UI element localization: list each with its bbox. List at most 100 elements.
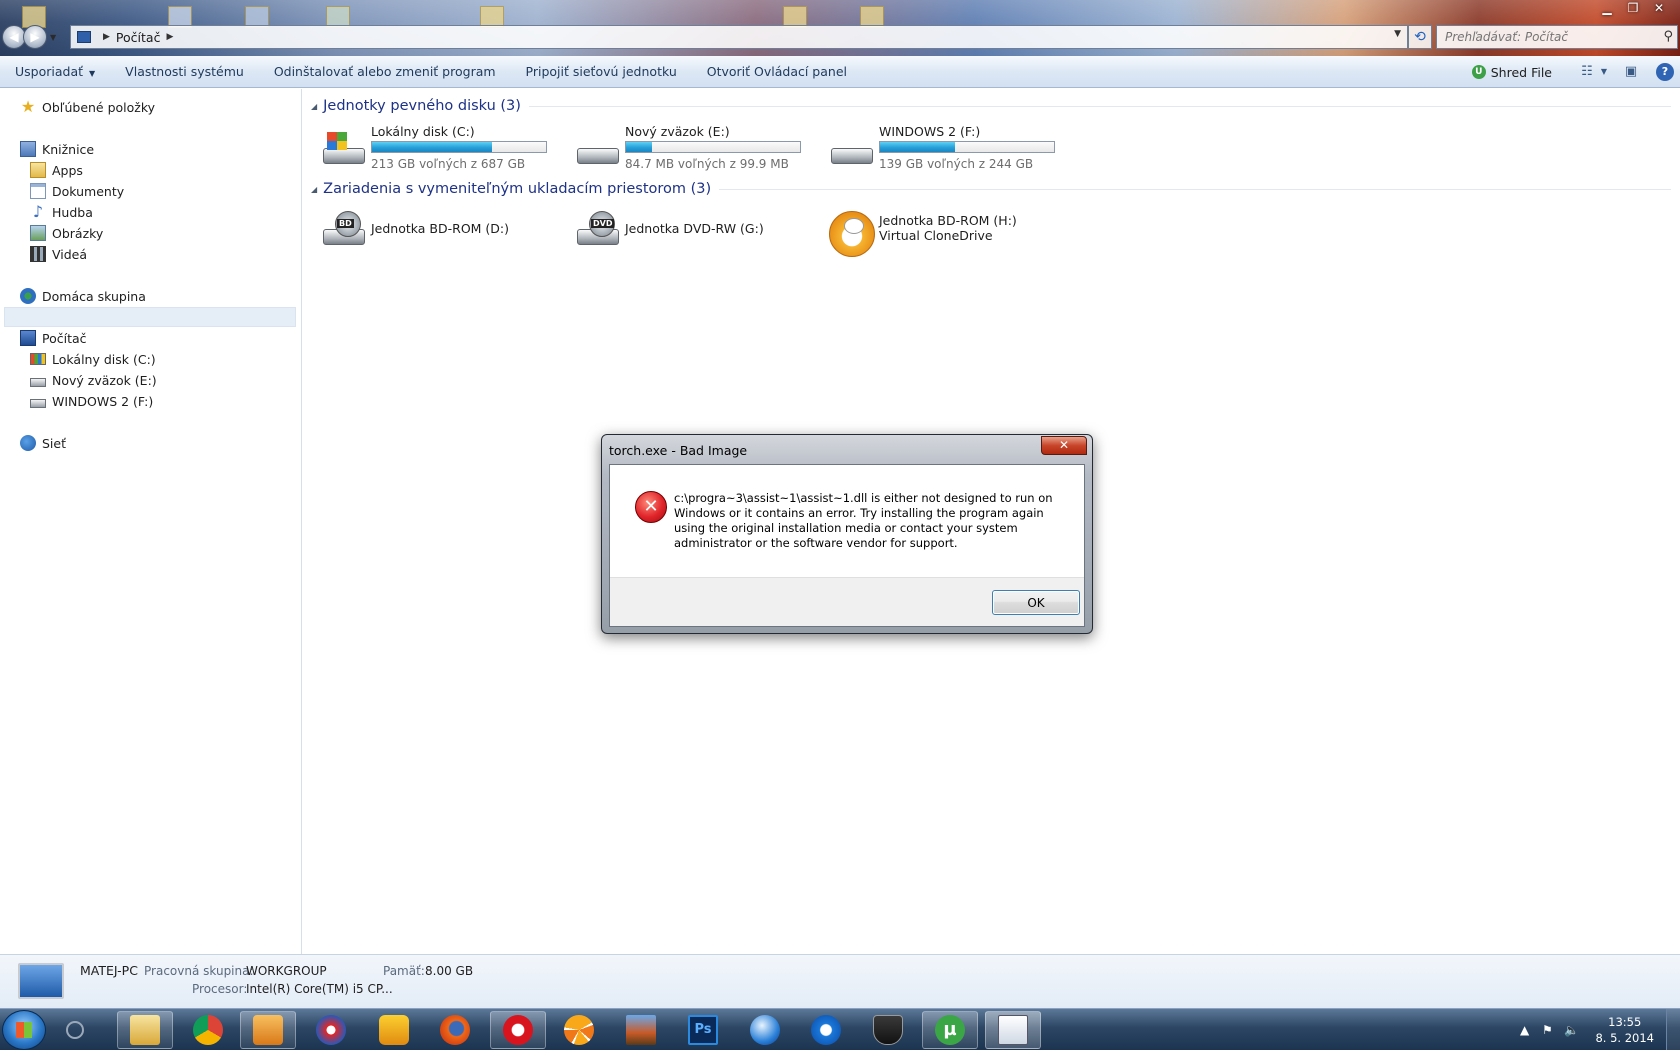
drive-tile-f[interactable]: WINDOWS 2 (F:) 139 GB voľných z 244 GB [829,124,1069,174]
chevron-right-icon[interactable]: ▶ [166,32,173,42]
opera-icon[interactable] [490,1011,546,1049]
dialog-body: ✕ c:\progra~3\assist~1\assist~1.dll is e… [609,464,1085,627]
error-dialog: torch.exe - Bad Image ✕ ✕ c:\progra~3\as… [601,434,1093,634]
organize-label: Usporiadať [15,63,84,79]
map-network-drive-button[interactable]: Pripojiť sieťovú jednotku [511,56,692,88]
maximize-button[interactable]: ❐ [1620,0,1646,18]
group-header-hard-drives[interactable]: ◢ Jednotky pevného disku (3) [311,98,1671,114]
change-view-button[interactable]: ☷ [1576,63,1598,81]
sidebar-item-homegroup[interactable]: Domáca skupina [20,286,146,306]
drive-tile-h[interactable]: Jednotka BD-ROM (H:) Virtual CloneDrive [829,205,1069,257]
collapse-icon[interactable]: ◢ [311,102,317,111]
sidebar-item-drive-c[interactable]: Lokálny disk (C:) [30,349,156,369]
app-icon-blue[interactable] [737,1011,793,1049]
help-button[interactable]: ? [1656,63,1674,81]
show-desktop-button[interactable] [1666,1009,1680,1050]
details-pane: MATEJ-PC Pracovná skupina: WORKGROUP Pam… [0,954,1680,1008]
chevron-down-icon: ▼ [89,68,96,78]
drive-usage-fill [372,142,493,152]
address-dropdown-icon[interactable]: ▼ [1394,29,1401,39]
group-header-removable[interactable]: ◢ Zariadenia s vymeniteľným ukladacím pr… [311,181,1671,197]
command-bar-right: U Shred File ☷ ▼ ▣ ? [1471,56,1674,88]
sidebar-item-network[interactable]: Sieť [20,433,66,453]
photoshop-icon[interactable]: Ps [675,1011,731,1049]
shield-app-icon[interactable] [860,1011,916,1049]
game-icon[interactable] [613,1011,669,1049]
drive-tile-c[interactable]: Lokálny disk (C:) 213 GB voľných z 687 G… [321,124,561,174]
preview-pane-button[interactable]: ▣ [1620,63,1642,81]
shred-file-button[interactable]: U Shred File [1471,64,1552,80]
uninstall-program-button[interactable]: Odinštalovať alebo zmeniť program [259,56,511,88]
sidebar-item-apps[interactable]: Apps [30,160,83,180]
address-bar[interactable]: ▶ Počítač ▶ ▼ [70,25,1408,49]
computer-monitor-icon [18,963,64,999]
drive-usage-bar [371,141,547,153]
system-properties-button[interactable]: Vlastnosti systému [110,56,259,88]
clock-date: 8. 5. 2014 [1595,1031,1654,1045]
sidebar-item-favorites[interactable]: ★ Obľúbené položky [20,97,155,117]
sidebar-item-label: Apps [52,162,83,178]
utorrent-icon[interactable]: µ [922,1011,978,1049]
shred-file-label: Shred File [1490,64,1552,80]
start-button[interactable] [2,1010,46,1050]
chevron-right-icon[interactable]: ▶ [103,32,110,42]
workgroup-value: WORKGROUP [246,964,327,978]
search-icon[interactable]: ⚲ [1663,29,1673,44]
window-controls: ▁ ❐ ✕ [1594,0,1672,18]
sidebar-item-libraries[interactable]: Knižnice [20,139,94,159]
explorer-window-icon[interactable] [985,1011,1041,1049]
forward-button[interactable]: ▶ [23,25,47,49]
app-icon-yellow[interactable] [366,1011,422,1049]
sidebar-item-computer[interactable]: Počítač [20,328,87,348]
selection-highlight [4,307,296,327]
drive-name: Nový zväzok (E:) [625,124,730,139]
drive-name: Jednotka DVD-RW (G:) [625,221,764,236]
homegroup-icon [20,288,36,304]
volume-icon[interactable]: 🔈 [1564,1023,1579,1037]
breadcrumb-computer[interactable]: Počítač [116,30,161,45]
divider [528,105,1671,107]
drive-tile-g[interactable]: DVD Jednotka DVD-RW (G:) [575,205,815,255]
firefox-icon[interactable] [427,1011,483,1049]
sidebar-item-drive-f[interactable]: WINDOWS 2 (F:) [30,391,153,411]
system-drive-icon [321,130,367,170]
hard-drive-icon [575,130,621,170]
drive-free-space: 213 GB voľných z 687 GB [371,157,526,171]
drive-tile-d[interactable]: BD Jednotka BD-ROM (D:) [321,205,561,255]
refresh-button[interactable]: ⟲ [1408,25,1432,49]
sidebar-item-music[interactable]: ♪ Hudba [30,202,93,222]
view-options-dropdown[interactable]: ▼ [1598,63,1610,81]
sidebar-item-documents[interactable]: Dokumenty [30,181,124,201]
sidebar-item-drive-e[interactable]: Nový zväzok (E:) [30,370,157,390]
show-hidden-icons-button[interactable]: ▲ [1520,1023,1529,1037]
documents-icon [30,183,46,199]
drive-usage-fill [880,142,955,152]
clock[interactable]: 13:55 8. 5. 2014 [1595,1014,1654,1046]
media-player-icon[interactable] [240,1011,296,1049]
recent-pages-dropdown[interactable]: ▼ [50,33,56,42]
app-icon-red[interactable] [303,1011,359,1049]
open-control-panel-button[interactable]: Otvoriť Ovládací panel [692,56,862,88]
dialog-close-button[interactable]: ✕ [1041,436,1087,455]
memory-value: 8.00 GB [425,964,474,978]
clock-time: 13:55 [1608,1015,1642,1029]
explorer-icon[interactable] [117,1011,173,1049]
task-switcher-icon[interactable] [60,1011,90,1049]
sidebar-item-label: Sieť [42,435,66,451]
system-drive-icon [30,353,46,365]
ccleaner-icon[interactable] [798,1011,854,1049]
drive-free-space: 84.7 MB voľných z 99.9 MB [625,157,789,171]
ok-button[interactable]: OK [992,590,1080,615]
chrome-icon[interactable] [180,1011,236,1049]
search-box[interactable]: ⚲ [1436,25,1678,49]
sidebar-item-pictures[interactable]: Obrázky [30,223,103,243]
search-input[interactable] [1445,30,1645,44]
sidebar-item-videos[interactable]: Videá [30,244,87,264]
organize-menu[interactable]: Usporiadať ▼ [0,56,110,88]
collapse-icon[interactable]: ◢ [311,185,317,194]
drive-tile-e[interactable]: Nový zväzok (E:) 84.7 MB voľných z 99.9 … [575,124,815,174]
app-icon-orange[interactable] [551,1011,607,1049]
close-window-button[interactable]: ✕ [1646,0,1672,18]
action-center-flag-icon[interactable]: ⚑ [1542,1023,1553,1037]
minimize-button[interactable]: ▁ [1594,0,1620,18]
